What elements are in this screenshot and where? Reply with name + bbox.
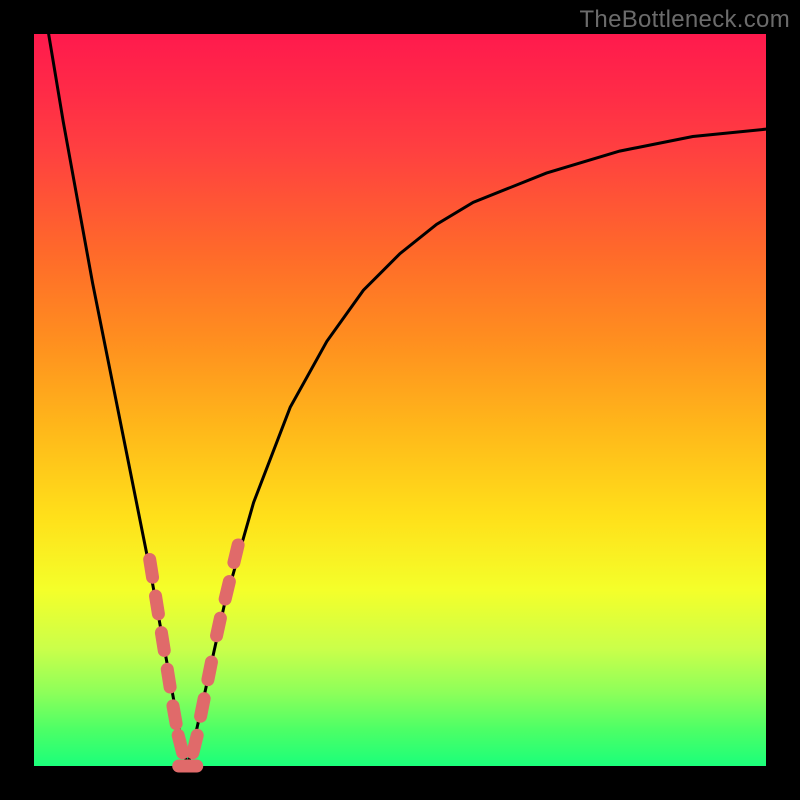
highlight-dot [217,618,221,636]
plot-area [34,34,766,766]
highlight-dot [234,545,238,563]
highlight-dot [201,699,205,717]
curve-layer [34,34,766,766]
highlight-dot [193,735,197,752]
highlight-dot [173,706,176,724]
highlight-dot [167,669,170,687]
highlight-dot [208,662,212,680]
highlight-dot [150,559,153,577]
highlight-dot [161,633,164,651]
chart-frame: TheBottleneck.com [0,0,800,800]
highlight-dot [178,735,182,752]
watermark-text: TheBottleneck.com [579,6,790,34]
highlight-dot [156,596,159,614]
highlight-dot [225,582,229,600]
bottleneck-curve [49,34,766,766]
highlight-dots [150,545,238,766]
